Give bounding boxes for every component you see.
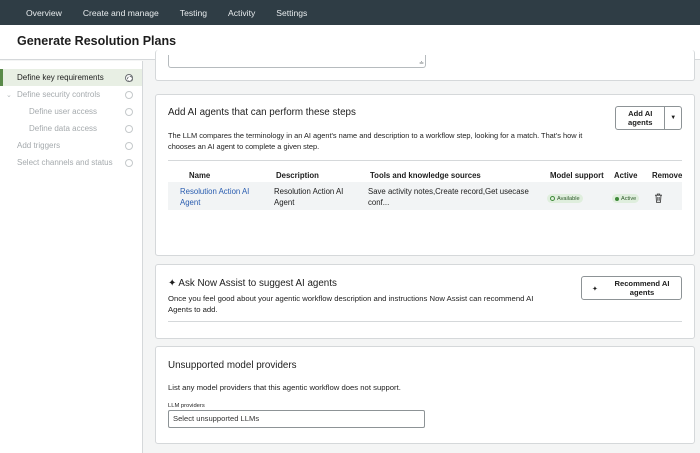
unsupported-providers-description: List any model providers that this agent… [168, 383, 401, 392]
resize-grip-icon[interactable]: ≐ [419, 60, 424, 67]
model-support-text: Available [557, 195, 580, 202]
nav-testing[interactable]: Testing [180, 8, 207, 18]
sparkle-icon: ✦ [592, 286, 598, 293]
column-header-remove: Remove [652, 171, 683, 180]
nav-activity[interactable]: Activity [228, 8, 255, 18]
step-select-channels-and-status[interactable]: Select channels and status [0, 154, 142, 171]
add-ai-agents-label-line1: Add AI [628, 109, 653, 118]
recommend-label-line2: agents [629, 288, 655, 297]
pending-circle-icon [125, 107, 133, 116]
chevron-down-icon: ⌄ [6, 91, 12, 99]
agent-tools-line2: conf... [368, 198, 390, 207]
column-header-model-support: Model support [550, 171, 604, 180]
add-agents-dropdown-toggle[interactable]: ▼ [665, 107, 681, 129]
nav-create-and-manage[interactable]: Create and manage [83, 8, 159, 18]
caret-down-icon: ▼ [670, 115, 677, 121]
column-header-name: Name [189, 171, 211, 180]
agent-tools: Save activity notes,Create record,Get us… [368, 186, 529, 208]
column-header-tools: Tools and knowledge sources [370, 171, 481, 180]
model-support-badge: Available [547, 194, 583, 203]
add-agents-description-line1: The LLM compares the terminology in an A… [168, 131, 583, 140]
unsupported-providers-title: Unsupported model providers [168, 360, 297, 371]
recommend-button-label: Recommend AI agents [605, 279, 679, 297]
now-assist-divider [168, 321, 682, 322]
sparkle-icon: ✦ [168, 278, 177, 289]
trash-icon[interactable] [654, 193, 663, 203]
pending-circle-icon [125, 158, 133, 167]
page-title: Generate Resolution Plans [17, 34, 177, 48]
recommend-ai-agents-button[interactable]: ✦ Recommend AI agents [581, 276, 682, 300]
step-label: Define key requirements [17, 73, 104, 82]
description-textarea[interactable]: ≐ [168, 55, 426, 68]
add-ai-agents-split-button: Add AI agents ▼ [615, 106, 682, 130]
step-label: Define user access [29, 107, 98, 116]
in-progress-icon [125, 73, 133, 82]
agent-name-link[interactable]: Resolution Action AI Agent [180, 186, 249, 208]
add-agents-title: Add AI agents that can perform these ste… [168, 107, 356, 118]
top-nav: Overview Create and manage Testing Activ… [0, 0, 700, 25]
agent-description: Resolution Action AI Agent [274, 186, 343, 208]
status-dot-icon [615, 196, 619, 201]
now-assist-title: ✦ Ask Now Assist to suggest AI agents [168, 278, 337, 289]
llm-providers-select[interactable]: Select unsupported LLMs [168, 410, 425, 428]
now-assist-title-text: Ask Now Assist to suggest AI agents [178, 278, 337, 289]
step-label: Define data access [29, 124, 98, 133]
table-top-divider [168, 160, 682, 161]
active-status-badge: Active [612, 194, 640, 203]
add-agents-description-line2: chooses an AI agent to complete a given … [168, 142, 320, 151]
nav-overview[interactable]: Overview [26, 8, 62, 18]
agent-description-line1: Resolution Action AI [274, 187, 344, 196]
pending-circle-icon [125, 124, 133, 133]
pending-circle-icon [125, 90, 133, 99]
nav-settings[interactable]: Settings [276, 8, 307, 18]
now-assist-description-line2: Agents to add. [168, 305, 218, 314]
agent-name-line2: Agent [180, 198, 201, 207]
column-header-active: Active [614, 171, 638, 180]
recommend-label-line1: Recommend AI [614, 279, 670, 288]
agent-description-line2: Agent [274, 198, 295, 207]
active-status-text: Active [621, 195, 637, 202]
agent-tools-line1: Save activity notes,Create record,Get us… [368, 187, 529, 196]
add-ai-agents-label-line2: agents [628, 118, 653, 127]
step-label: Add triggers [17, 141, 61, 150]
step-define-data-access[interactable]: Define data access [0, 120, 142, 137]
step-label: Select channels and status [17, 158, 113, 167]
step-define-security-controls[interactable]: ⌄ Define security controls [0, 86, 142, 103]
llm-providers-label: LLM providers [168, 403, 205, 409]
check-circle-icon [550, 196, 555, 201]
now-assist-description-line1: Once you feel good about your agentic wo… [168, 294, 534, 303]
agent-name-line1: Resolution Action AI [180, 187, 250, 196]
step-sidebar: Define key requirements ⌄ Define securit… [0, 61, 143, 453]
step-add-triggers[interactable]: Add triggers [0, 137, 142, 154]
step-label: Define security controls [17, 90, 101, 99]
column-header-description: Description [276, 171, 319, 180]
add-ai-agents-button[interactable]: Add AI agents [616, 107, 666, 129]
step-define-key-requirements[interactable]: Define key requirements [0, 69, 142, 86]
step-define-user-access[interactable]: Define user access [0, 103, 142, 120]
pending-circle-icon [125, 141, 133, 150]
